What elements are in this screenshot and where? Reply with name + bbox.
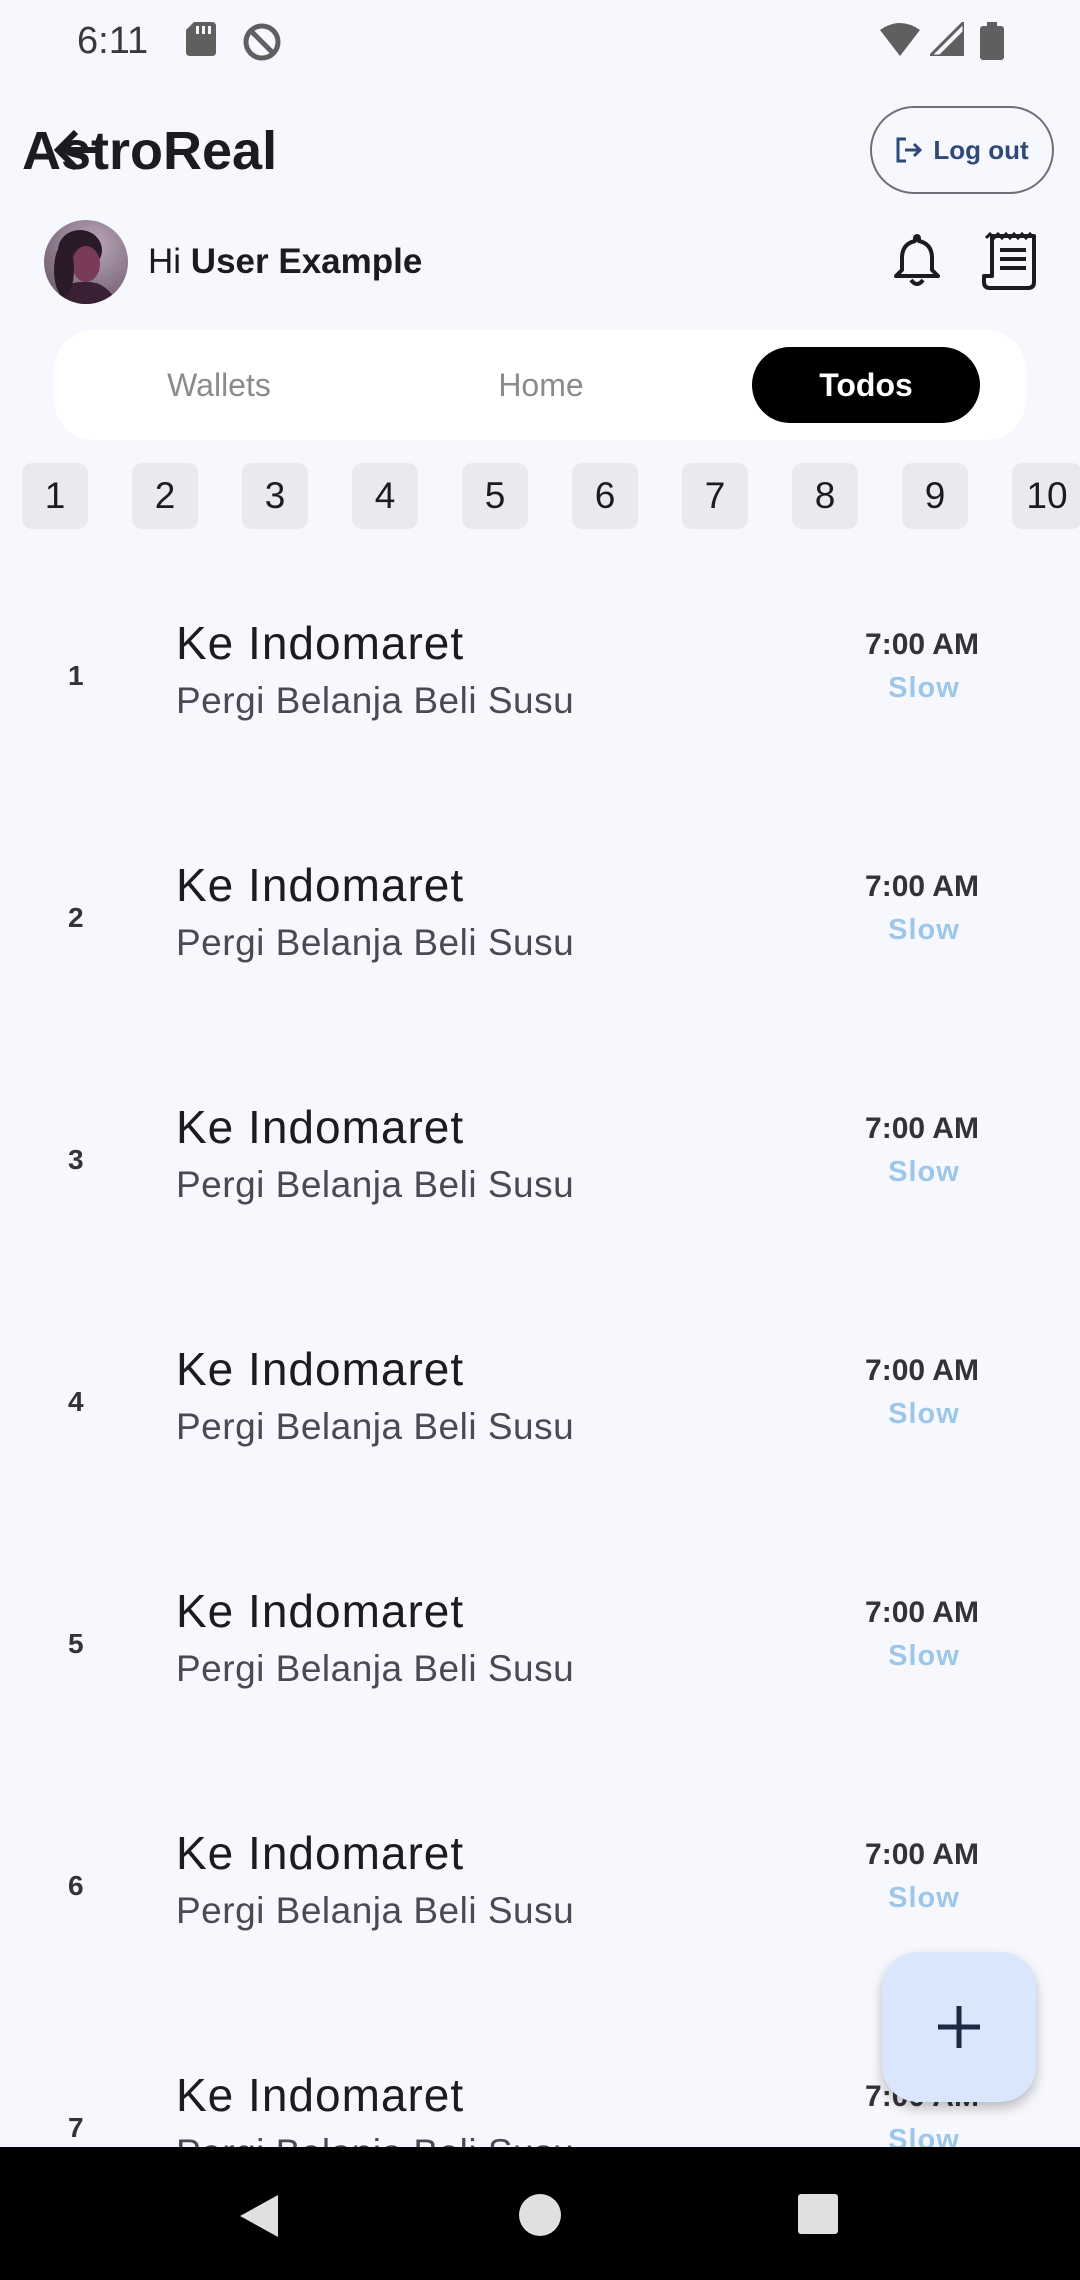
- tab-todos[interactable]: Todos: [752, 347, 980, 423]
- page-chip-7[interactable]: 7: [682, 463, 748, 529]
- sd-card-icon: [186, 22, 216, 56]
- avatar[interactable]: [44, 220, 128, 304]
- todo-index: 5: [68, 1628, 84, 1659]
- list-item[interactable]: 1 Ke Indomaret Pergi Belanja Beli Susu 7…: [0, 560, 1080, 802]
- todo-index: 7: [68, 2112, 84, 2143]
- todo-time: 7:00 AM: [865, 1838, 979, 1871]
- logout-button[interactable]: Log out: [870, 106, 1054, 194]
- todo-speed: Slow: [888, 914, 960, 946]
- page-chip-1[interactable]: 1: [22, 463, 88, 529]
- todo-speed: Slow: [888, 1882, 960, 1914]
- page-chip-10[interactable]: 10: [1012, 463, 1080, 529]
- todo-time: 7:00 AM: [865, 1596, 979, 1629]
- todo-subtitle: Pergi Belanja Beli Susu: [176, 2132, 574, 2147]
- avatar-image: [44, 220, 128, 304]
- todo-index: 1: [68, 660, 84, 691]
- list-item[interactable]: 2 Ke Indomaret Pergi Belanja Beli Susu 7…: [0, 802, 1080, 1044]
- todo-speed: Slow: [888, 2124, 960, 2147]
- add-todo-button[interactable]: [882, 1952, 1036, 2102]
- user-name: User Example: [190, 242, 423, 281]
- tab-home[interactable]: Home: [426, 330, 656, 440]
- todo-index: 6: [68, 1870, 84, 1901]
- page-chip-8[interactable]: 8: [792, 463, 858, 529]
- back-arrow-icon[interactable]: [52, 128, 104, 172]
- plus-icon: [938, 2006, 980, 2048]
- todo-speed: Slow: [888, 1398, 960, 1430]
- todo-title: Ke Indomaret: [176, 1343, 465, 1395]
- todo-subtitle: Pergi Belanja Beli Susu: [176, 1164, 575, 1205]
- todo-speed: Slow: [888, 1640, 960, 1672]
- todo-title: Ke Indomaret: [176, 1101, 465, 1153]
- page-chip-5[interactable]: 5: [462, 463, 528, 529]
- logout-label: Log out: [933, 134, 1029, 165]
- page-chip-9[interactable]: 9: [902, 463, 968, 529]
- todo-subtitle: Pergi Belanja Beli Susu: [176, 1406, 575, 1447]
- nav-recents-icon[interactable]: [797, 2193, 839, 2235]
- greeting-hi: Hi: [148, 242, 182, 281]
- list-item[interactable]: 4 Ke Indomaret Pergi Belanja Beli Susu 7…: [0, 1286, 1080, 1528]
- todo-title: Ke Indomaret: [176, 617, 465, 669]
- todo-title: Ke Indomaret: [176, 2069, 465, 2121]
- page-chip-3[interactable]: 3: [242, 463, 308, 529]
- todo-speed: Slow: [888, 1156, 960, 1188]
- todo-list: 1 Ke Indomaret Pergi Belanja Beli Susu 7…: [0, 560, 1080, 2147]
- battery-icon: [980, 22, 1004, 60]
- todo-subtitle: Pergi Belanja Beli Susu: [176, 1890, 575, 1931]
- status-time: 6:11: [77, 20, 149, 62]
- greeting: Hi User Example: [148, 242, 422, 282]
- status-bar: 6:11: [0, 0, 1080, 88]
- logout-icon: [896, 137, 923, 163]
- todo-title: Ke Indomaret: [176, 1827, 465, 1879]
- list-item[interactable]: 5 Ke Indomaret Pergi Belanja Beli Susu 7…: [0, 1528, 1080, 1770]
- nav-back-icon[interactable]: [236, 2193, 282, 2239]
- todo-time: 7:00 AM: [865, 628, 979, 661]
- page-chip-6[interactable]: 6: [572, 463, 638, 529]
- todo-speed: Slow: [888, 672, 960, 704]
- signal-icon: [930, 22, 964, 56]
- todo-index: 3: [68, 1144, 84, 1175]
- wifi-icon: [880, 23, 920, 56]
- system-nav-bar: [0, 2147, 1080, 2280]
- page-chip-4[interactable]: 4: [352, 463, 418, 529]
- page-selector: 1 2 3 4 5 6 7 8 9 10: [0, 463, 1080, 529]
- todo-subtitle: Pergi Belanja Beli Susu: [176, 1648, 575, 1689]
- todo-time: 7:00 AM: [865, 870, 979, 903]
- app-bar: AstroReal Log out: [0, 100, 1080, 220]
- todo-title: Ke Indomaret: [176, 1585, 465, 1637]
- page-chip-2[interactable]: 2: [132, 463, 198, 529]
- todo-time: 7:00 AM: [865, 1112, 979, 1145]
- todo-title: Ke Indomaret: [176, 859, 465, 911]
- todo-index: 4: [68, 1386, 84, 1417]
- tab-bar: Wallets Home Todos: [54, 330, 1026, 440]
- tab-wallets[interactable]: Wallets: [104, 330, 334, 440]
- todo-time: 7:00 AM: [865, 1354, 979, 1387]
- bell-icon[interactable]: [888, 232, 946, 290]
- todo-index: 2: [68, 902, 84, 933]
- todo-subtitle: Pergi Belanja Beli Susu: [176, 922, 575, 963]
- user-header: Hi User Example: [0, 218, 1080, 308]
- nav-home-icon[interactable]: [518, 2193, 562, 2237]
- todo-subtitle: Pergi Belanja Beli Susu: [176, 680, 575, 721]
- list-item[interactable]: 3 Ke Indomaret Pergi Belanja Beli Susu 7…: [0, 1044, 1080, 1286]
- no-disturb-icon: [243, 23, 281, 61]
- receipt-icon[interactable]: [982, 232, 1038, 292]
